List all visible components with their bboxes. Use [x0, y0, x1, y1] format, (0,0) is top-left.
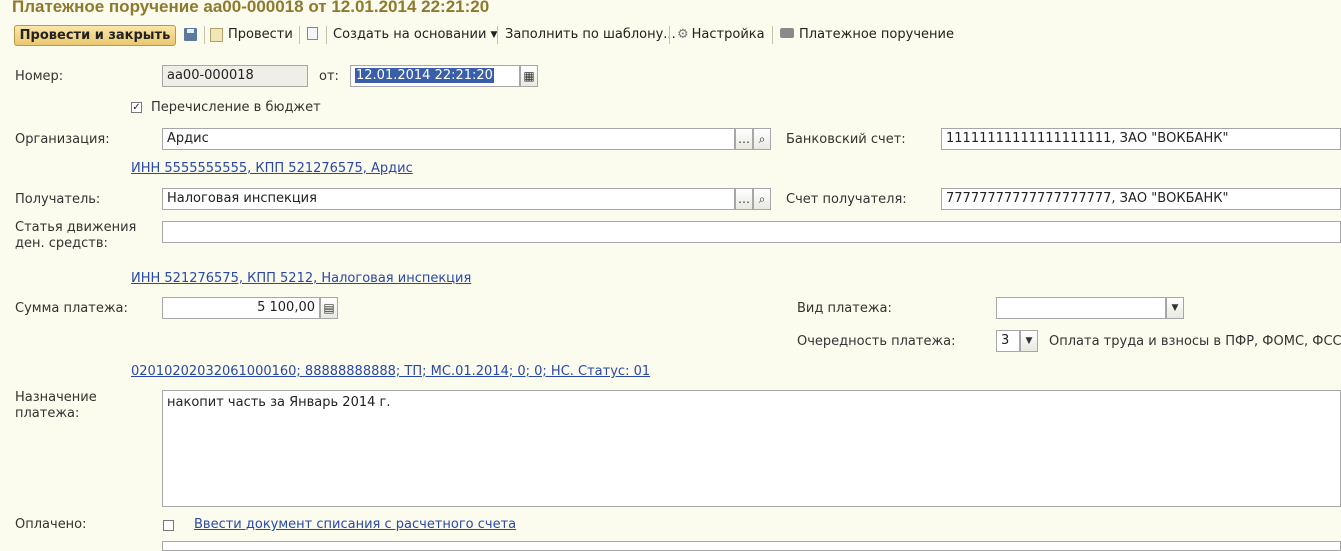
create-based-label: Создать на основании [333, 27, 487, 42]
print-payment-label: Платежное поручение [799, 27, 954, 42]
purpose-label-line1: Назначение [15, 390, 97, 405]
paid-checkbox[interactable] [163, 520, 174, 531]
create-based-on-button[interactable]: Создать на основании ▼ [333, 27, 497, 42]
date-value: 12.01.2014 22:21:20 [355, 68, 494, 83]
calculator-icon[interactable]: ▤ [320, 297, 338, 319]
date-from-label: от: [319, 69, 339, 84]
number-field[interactable]: аа00-000018 [162, 65, 308, 87]
bank-account-field[interactable]: 11111111111111111111, ЗАО "ВОКБАНК" [941, 128, 1341, 150]
save-icon[interactable] [184, 28, 197, 41]
organization-info-link[interactable]: ИНН 5555555555, КПП 521276575, Ардис [131, 161, 413, 176]
cashflow-field[interactable] [162, 221, 1341, 243]
post-label: Провести [228, 27, 293, 42]
fill-template-button[interactable]: Заполнить по шаблону... [505, 27, 676, 42]
recipient-search-icon[interactable]: ⌕ [753, 188, 771, 210]
printer-icon [780, 27, 794, 42]
search-icon[interactable]: ⌕ [753, 128, 771, 150]
organization-select-button[interactable]: … [735, 128, 753, 150]
recipient-select-button[interactable]: … [735, 188, 753, 210]
priority-description: Оплата труда и взносы в ПФР, ФОМС, ФСС [1049, 334, 1341, 349]
recipient-label: Получатель: [15, 192, 101, 207]
settings-button[interactable]: ⚙ Настройка [677, 27, 765, 42]
budget-transfer-label: Перечисление в бюджет [151, 100, 321, 115]
recipient-account-label: Счет получателя: [786, 192, 907, 207]
post-icon [210, 27, 223, 42]
purpose-label-line2: платежа: [15, 406, 80, 421]
page-title: Платежное поручение аа00-000018 от 12.01… [12, 0, 490, 16]
budget-transfer-checkbox[interactable]: ✓ [131, 102, 142, 113]
tax-details-link[interactable]: 02010202032061000160; 88888888888; ТП; М… [131, 364, 650, 379]
priority-label: Очередность платежа: [797, 334, 956, 349]
payment-type-field[interactable] [996, 297, 1166, 319]
recipient-account-field[interactable]: 77777777777777777777, ЗАО "ВОКБАНК" [941, 188, 1341, 210]
cashflow-label-line1: Статья движения [15, 220, 137, 235]
gear-icon: ⚙ [677, 27, 689, 42]
organization-label: Организация: [15, 132, 110, 147]
priority-field[interactable]: 3 [996, 330, 1020, 352]
priority-dropdown-icon[interactable]: ▼ [1020, 330, 1038, 352]
date-field[interactable]: 12.01.2014 22:21:20 [350, 65, 520, 87]
amount-field[interactable]: 5 100,00 [162, 297, 320, 319]
payment-type-label: Вид платежа: [797, 301, 892, 316]
bank-account-label: Банковский счет: [786, 132, 906, 147]
bottom-field-partial[interactable] [162, 541, 1341, 551]
recipient-field[interactable]: Налоговая инспекция [162, 188, 735, 210]
post-and-close-button[interactable]: Провести и закрыть [14, 25, 176, 46]
organization-field[interactable]: Ардис [162, 128, 735, 150]
payment-type-dropdown-icon[interactable]: ▼ [1166, 297, 1184, 319]
document-icon[interactable] [307, 27, 318, 40]
amount-label: Сумма платежа: [15, 301, 128, 316]
cashflow-label-line2: ден. средств: [15, 236, 108, 251]
recipient-info-link[interactable]: ИНН 521276575, КПП 5212, Налоговая инспе… [131, 271, 471, 286]
purpose-textarea[interactable]: накопит часть за Январь 2014 г. [162, 390, 1341, 507]
paid-label: Оплачено: [15, 517, 87, 532]
print-payment-button[interactable]: Платежное поручение [780, 27, 954, 42]
write-off-document-link[interactable]: Ввести документ списания с расчетного сч… [194, 517, 516, 532]
number-label: Номер: [15, 69, 64, 84]
post-button[interactable]: Провести [210, 27, 293, 42]
calendar-icon[interactable]: ▦ [520, 65, 538, 87]
settings-label: Настройка [691, 27, 765, 42]
